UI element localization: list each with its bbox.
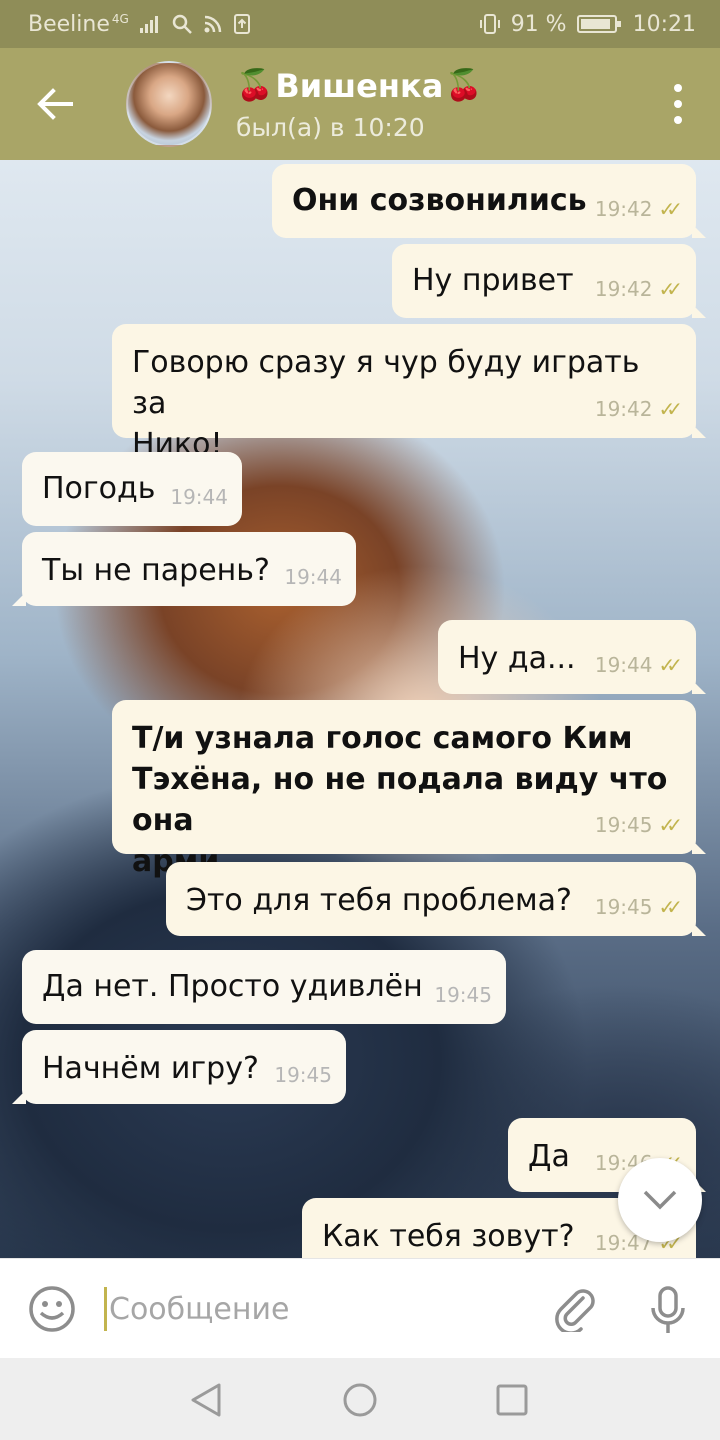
double-check-icon: ✓✓ bbox=[658, 813, 682, 837]
rss-icon bbox=[203, 14, 223, 34]
message-bubble-outgoing[interactable]: Говорю сразу я чур буду играть за Нико! … bbox=[112, 324, 706, 462]
message-time: 19:44 bbox=[284, 565, 342, 589]
message-bubble-outgoing[interactable]: Они созвонились 19:42 ✓✓ bbox=[272, 164, 706, 238]
message-time: 19:44 bbox=[594, 653, 653, 677]
message-text: Т/и узнала голос самого Ким Тэхёна, но н… bbox=[132, 721, 668, 879]
upload-icon bbox=[233, 13, 251, 35]
chat-title-text: Вишенка bbox=[275, 66, 444, 105]
message-time: 19:45 bbox=[594, 813, 653, 837]
navigation-bar bbox=[0, 1358, 720, 1440]
microphone-button[interactable] bbox=[640, 1281, 696, 1341]
double-check-icon: ✓✓ bbox=[658, 277, 682, 301]
circle-home-icon bbox=[343, 1383, 377, 1417]
more-vertical-icon[interactable] bbox=[666, 84, 690, 124]
message-bubble-outgoing[interactable]: Ну привет 19:42 ✓✓ bbox=[392, 244, 706, 318]
double-check-icon: ✓✓ bbox=[658, 653, 682, 677]
message-text: Да bbox=[528, 1139, 570, 1174]
message-text: Начнём игру? bbox=[42, 1051, 259, 1086]
message-bubble-incoming[interactable]: Погодь 19:44 bbox=[22, 452, 242, 526]
message-bubble-outgoing[interactable]: Ну да... 19:44 ✓✓ bbox=[438, 620, 706, 694]
nav-home-button[interactable] bbox=[338, 1378, 382, 1422]
message-text: Говорю сразу я чур буду играть за Нико! bbox=[132, 345, 640, 462]
message-meta: 19:44 bbox=[284, 557, 342, 598]
microphone-icon bbox=[651, 1286, 685, 1333]
search-icon bbox=[171, 13, 193, 35]
message-bubble-incoming[interactable]: Начнём игру? 19:45 bbox=[12, 1030, 346, 1104]
message-meta: 19:45 bbox=[274, 1055, 332, 1096]
status-left: Beeline 4G bbox=[28, 12, 251, 37]
nav-back-button[interactable] bbox=[184, 1378, 228, 1422]
attach-button[interactable] bbox=[548, 1281, 604, 1337]
square-recents-icon bbox=[496, 1384, 528, 1416]
message-text: Как тебя зовут? bbox=[322, 1219, 575, 1254]
chevron-down-icon bbox=[643, 1190, 677, 1210]
message-meta: 19:44 bbox=[170, 477, 228, 518]
nav-recents-button[interactable] bbox=[490, 1378, 534, 1422]
double-check-icon: ✓✓ bbox=[658, 397, 682, 421]
cherry-icon: 🍒 bbox=[445, 68, 483, 103]
back-button[interactable] bbox=[0, 48, 110, 160]
signal-icon bbox=[139, 14, 161, 34]
message-meta: 19:42 ✓✓ bbox=[594, 389, 683, 430]
triangle-back-icon bbox=[191, 1383, 221, 1417]
message-time: 19:45 bbox=[594, 895, 653, 919]
message-time: 19:44 bbox=[170, 485, 228, 509]
carrier-label: Beeline bbox=[28, 11, 110, 37]
vibrate-icon bbox=[479, 13, 501, 35]
message-bubble-incoming[interactable]: Ты не парень? 19:44 bbox=[12, 532, 356, 606]
message-text: Погодь bbox=[42, 471, 156, 506]
message-text: Ты не парень? bbox=[42, 553, 270, 588]
message-text: Это для тебя проблема? bbox=[186, 883, 572, 918]
message-time: 19:45 bbox=[274, 1063, 332, 1087]
chat-area[interactable]: Они созвонились 19:42 ✓✓ Ну привет 19:42 ✓… bbox=[0, 160, 720, 1258]
battery-percent: 91 % bbox=[510, 11, 567, 37]
network-label: 4G bbox=[111, 12, 129, 26]
message-text: Ну привет bbox=[412, 263, 574, 298]
message-time: 19:42 bbox=[594, 397, 653, 421]
clock: 10:21 bbox=[632, 11, 696, 37]
double-check-icon: ✓✓ bbox=[658, 895, 682, 919]
paperclip-icon bbox=[555, 1289, 595, 1332]
message-time: 19:42 bbox=[594, 277, 653, 301]
chat-title: 🍒 Вишенка 🍒 bbox=[236, 67, 483, 105]
status-right: 91 % 10:21 bbox=[479, 12, 696, 37]
message-meta: 19:44 ✓✓ bbox=[594, 645, 683, 686]
avatar[interactable] bbox=[126, 61, 212, 147]
message-text: Они созвонились bbox=[292, 183, 587, 218]
cherry-icon: 🍒 bbox=[236, 68, 274, 103]
message-text: Да нет. Просто удивлён bbox=[42, 969, 423, 1004]
chat-title-block[interactable]: 🍒 Вишенка 🍒 был(а) в 10:20 bbox=[236, 67, 483, 142]
message-meta: 19:45 ✓✓ bbox=[594, 805, 683, 846]
message-text: Ну да... bbox=[458, 641, 576, 676]
message-input-bar bbox=[0, 1258, 720, 1358]
message-meta: 19:45 bbox=[434, 975, 492, 1016]
message-meta: 19:42 ✓✓ bbox=[594, 189, 683, 230]
message-time: 19:42 bbox=[594, 197, 653, 221]
battery-icon bbox=[576, 15, 621, 33]
double-check-icon: ✓✓ bbox=[658, 197, 682, 221]
scroll-down-button[interactable] bbox=[618, 1158, 702, 1242]
chat-header: 🍒 Вишенка 🍒 был(а) в 10:20 bbox=[0, 48, 720, 160]
message-bubble-outgoing[interactable]: Т/и узнала голос самого Ким Тэхёна, но н… bbox=[112, 700, 706, 879]
back-arrow-icon bbox=[37, 88, 73, 120]
message-input[interactable] bbox=[104, 1287, 524, 1331]
message-bubble-incoming[interactable]: Да нет. Просто удивлён 19:45 bbox=[22, 950, 506, 1024]
message-bubble-outgoing[interactable]: Это для тебя проблема? 19:45 ✓✓ bbox=[166, 862, 706, 936]
message-meta: 19:45 ✓✓ bbox=[594, 887, 683, 928]
message-meta: 19:42 ✓✓ bbox=[594, 269, 683, 310]
emoji-button[interactable] bbox=[0, 1259, 104, 1359]
status-bar: Beeline 4G 91 % 10:21 bbox=[0, 0, 720, 48]
message-time: 19:45 bbox=[434, 983, 492, 1007]
last-seen-status: был(а) в 10:20 bbox=[236, 112, 425, 142]
smile-icon bbox=[29, 1285, 75, 1332]
